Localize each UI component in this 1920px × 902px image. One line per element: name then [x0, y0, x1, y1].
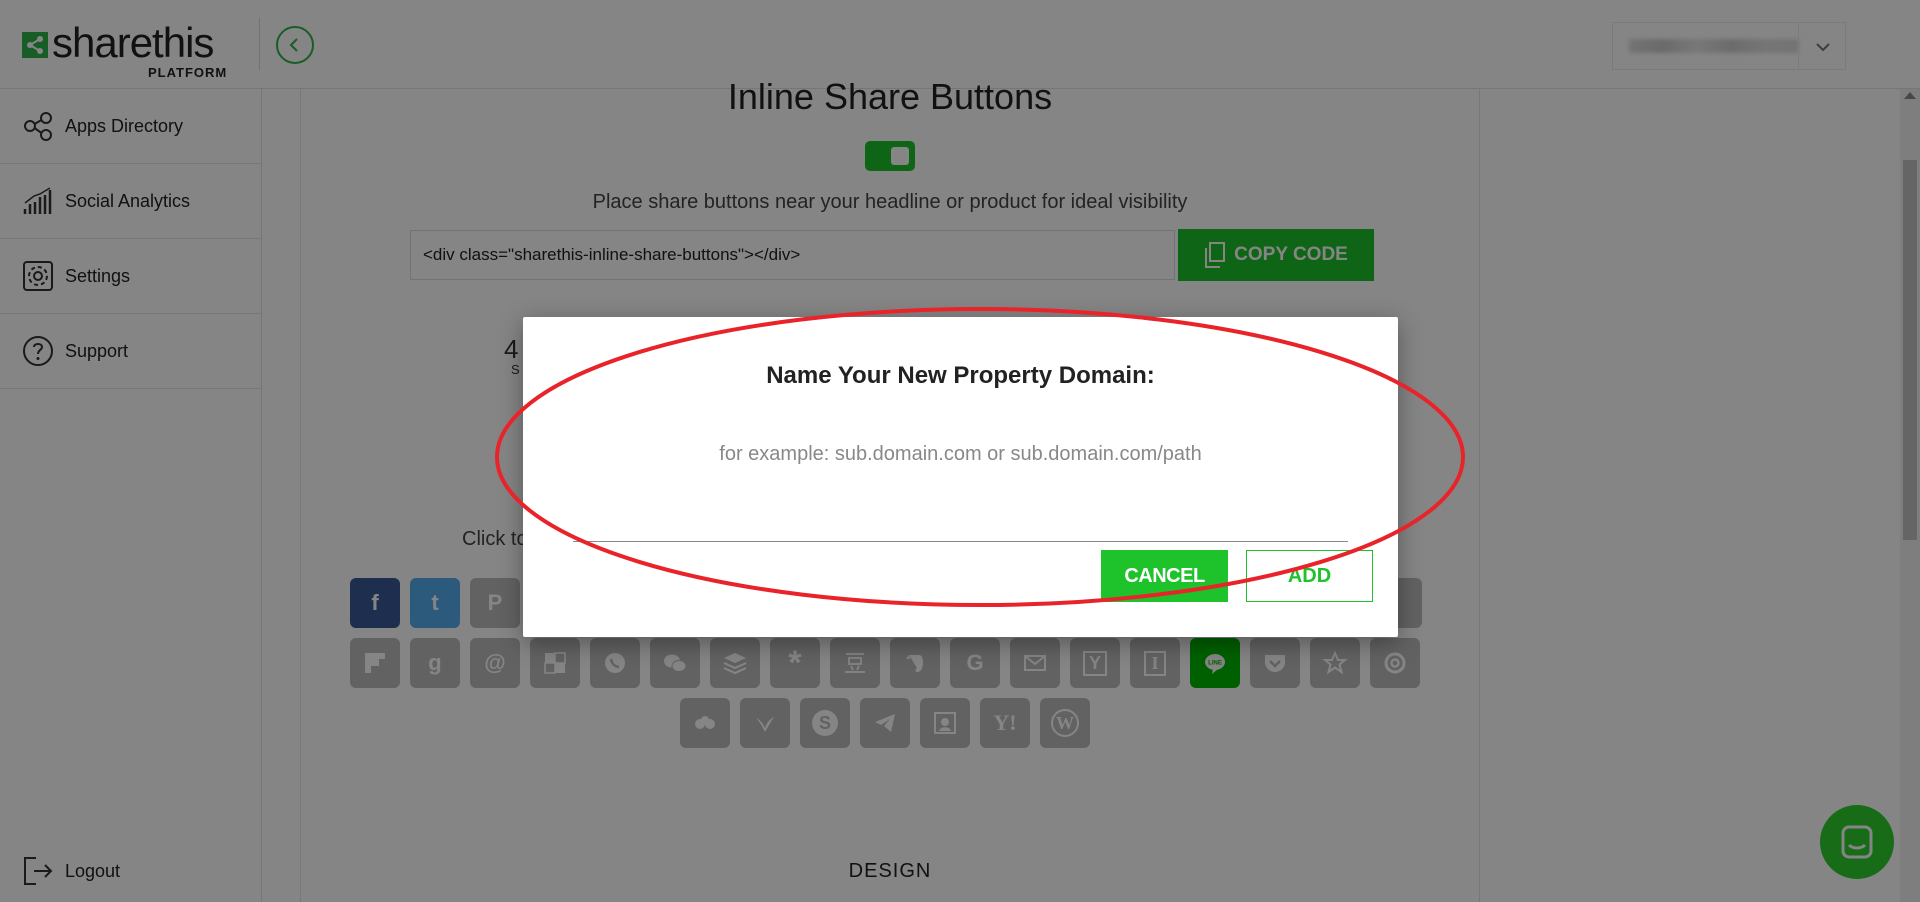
- cancel-button[interactable]: CANCEL: [1101, 550, 1228, 602]
- add-button[interactable]: ADD: [1246, 550, 1373, 602]
- new-property-modal: Name Your New Property Domain: CANCEL AD…: [523, 317, 1398, 637]
- domain-input[interactable]: [573, 417, 1348, 542]
- modal-title: Name Your New Property Domain:: [766, 362, 1155, 389]
